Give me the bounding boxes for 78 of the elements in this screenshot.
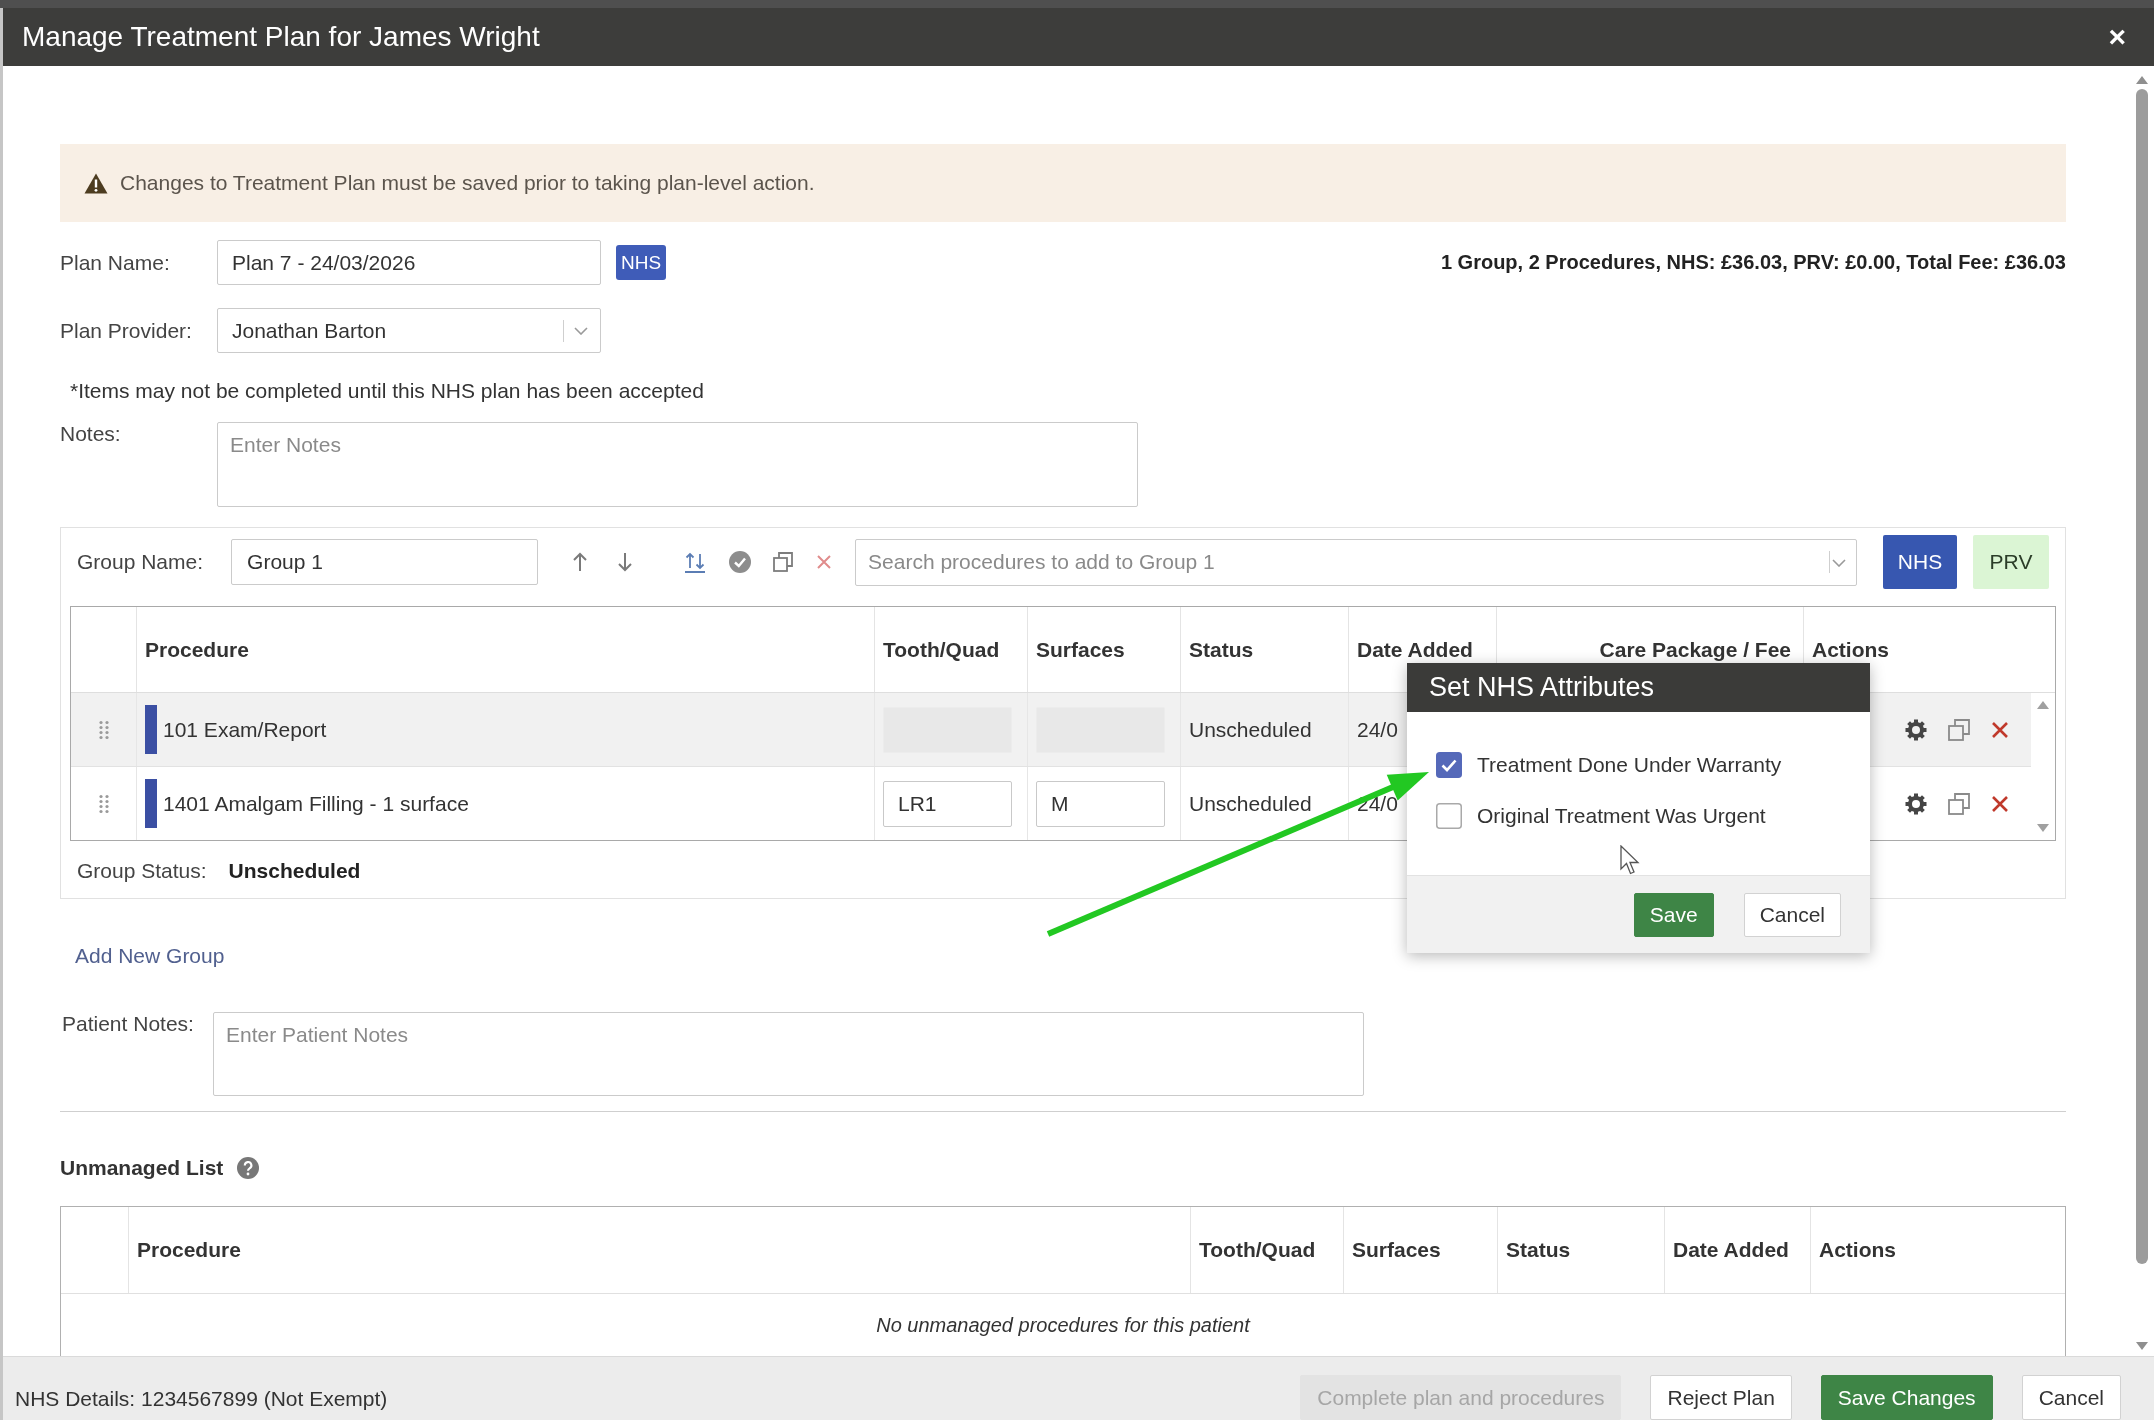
column-header: Procedure [137, 1238, 241, 1262]
cross-icon[interactable] [816, 554, 833, 570]
checkbox[interactable] [1436, 752, 1462, 778]
patient-notes-label: Patient Notes: [62, 1012, 194, 1036]
drag-handle-icon[interactable] [97, 793, 110, 814]
plan-type-badge: NHS [616, 245, 667, 280]
date-added-text: 24/0 [1357, 717, 1398, 742]
sort-arrows-icon[interactable] [684, 551, 707, 573]
column-header: Date Added [1673, 1238, 1789, 1262]
column-header: Actions [1812, 637, 1889, 662]
add-type-button[interactable]: NHS [1883, 535, 1957, 589]
chevron-down-icon [574, 326, 588, 335]
copy-icon[interactable] [773, 552, 794, 572]
group-name-label: Group Name: [77, 550, 204, 574]
column-header: Date Added [1357, 637, 1473, 662]
option-label: Original Treatment Was Urgent [1477, 804, 1766, 828]
procedure-name: 1401 Amalgam Filling - 1 surface [163, 791, 469, 816]
cross-icon[interactable] [1991, 720, 2009, 739]
column-header: Tooth/Quad [1199, 1238, 1316, 1262]
plan-name-field[interactable]: Plan 7 - 24/03/2026 [217, 240, 601, 285]
settings-icon[interactable] [1905, 792, 1927, 815]
column-header: Tooth/Quad [883, 637, 1000, 662]
mouse-pointer-icon [1620, 845, 1640, 875]
settings-icon[interactable] [1905, 718, 1927, 741]
check-circle-icon[interactable] [729, 551, 752, 573]
scroll-up-arrow-icon[interactable] [2037, 701, 2049, 709]
plan-disclaimer: *Items may not be completed until this NHS plan has been accepted [70, 379, 704, 402]
scroll-up-arrow-icon[interactable] [2136, 76, 2148, 84]
footer-button[interactable]: Reject Plan [1650, 1375, 1792, 1420]
notes-field[interactable]: Enter Notes [217, 422, 1138, 507]
scroll-down-arrow-icon[interactable] [2136, 1342, 2148, 1350]
cross-icon[interactable] [1991, 794, 2009, 813]
checkbox[interactable] [1436, 803, 1462, 829]
column-header: Care Package / Fee [1599, 637, 1791, 662]
help-icon[interactable] [237, 1157, 260, 1179]
procedure-name: 101 Exam/Report [163, 717, 327, 742]
status-text: Unscheduled [1189, 717, 1312, 742]
add-type-button[interactable]: PRV [1973, 535, 2049, 589]
column-header: Surfaces [1352, 1238, 1441, 1262]
up-arrow-icon[interactable] [572, 552, 589, 572]
add-group-link[interactable]: Add New Group [75, 944, 225, 967]
footer-button[interactable]: Cancel [2021, 1375, 2121, 1420]
close-button[interactable]: × [2106, 22, 2128, 52]
patient-notes-field[interactable]: Enter Patient Notes [213, 1012, 1364, 1096]
window-title: Manage Treatment Plan for James Wright [22, 21, 540, 53]
copy-icon[interactable] [1948, 718, 1970, 741]
down-arrow-icon[interactable] [617, 552, 634, 572]
nhs-details-text: NHS Details: 1234567899 (Not Exempt) [15, 1386, 388, 1412]
scroll-down-arrow-icon[interactable] [2037, 824, 2049, 832]
footer-button[interactable]: Save Changes [1820, 1375, 1993, 1420]
status-text: Unscheduled [1189, 791, 1312, 816]
popover-button[interactable]: Save [1633, 892, 1714, 937]
popover-button[interactable]: Cancel [1743, 892, 1841, 937]
scrollbar-thumb[interactable] [2136, 89, 2148, 1264]
column-header: Status [1189, 637, 1254, 662]
column-header: Actions [1819, 1238, 1896, 1262]
section-heading: Unmanaged List [60, 1156, 224, 1180]
warning-text: Changes to Treatment Plan must be saved prior to taking plan-level action. [120, 171, 815, 195]
copy-icon[interactable] [1948, 792, 1970, 815]
empty-message: No unmanaged procedures for this patient [876, 1314, 1250, 1337]
provider-select[interactable]: Jonathan Barton [217, 308, 601, 353]
group-status-label: Group Status: [77, 858, 207, 884]
group-name-field[interactable]: Group 1 [231, 539, 539, 585]
column-header: Surfaces [1036, 637, 1125, 662]
warning-icon [84, 172, 108, 194]
notes-label: Notes: [60, 422, 121, 446]
column-header: Status [1506, 1238, 1571, 1262]
popover-title: Set NHS Attributes [1407, 663, 1870, 712]
group-status-value: Unscheduled [228, 858, 361, 884]
chevron-down-icon [1832, 558, 1846, 567]
drag-handle-icon[interactable] [97, 719, 110, 740]
tooth-quad-field[interactable]: LR1 [883, 780, 1012, 827]
plan-summary: 1 Group, 2 Procedures, NHS: £36.03, PRV: £0.00, Total Fee: £36.03 [1440, 251, 2066, 274]
plan-provider-label: Plan Provider: [60, 318, 192, 343]
search-field[interactable]: Search procedures to add to Group 1 [855, 538, 1857, 586]
surfaces-field[interactable]: M [1036, 780, 1165, 827]
plan-name-label: Plan Name: [60, 250, 170, 275]
column-header: Procedure [145, 637, 249, 662]
